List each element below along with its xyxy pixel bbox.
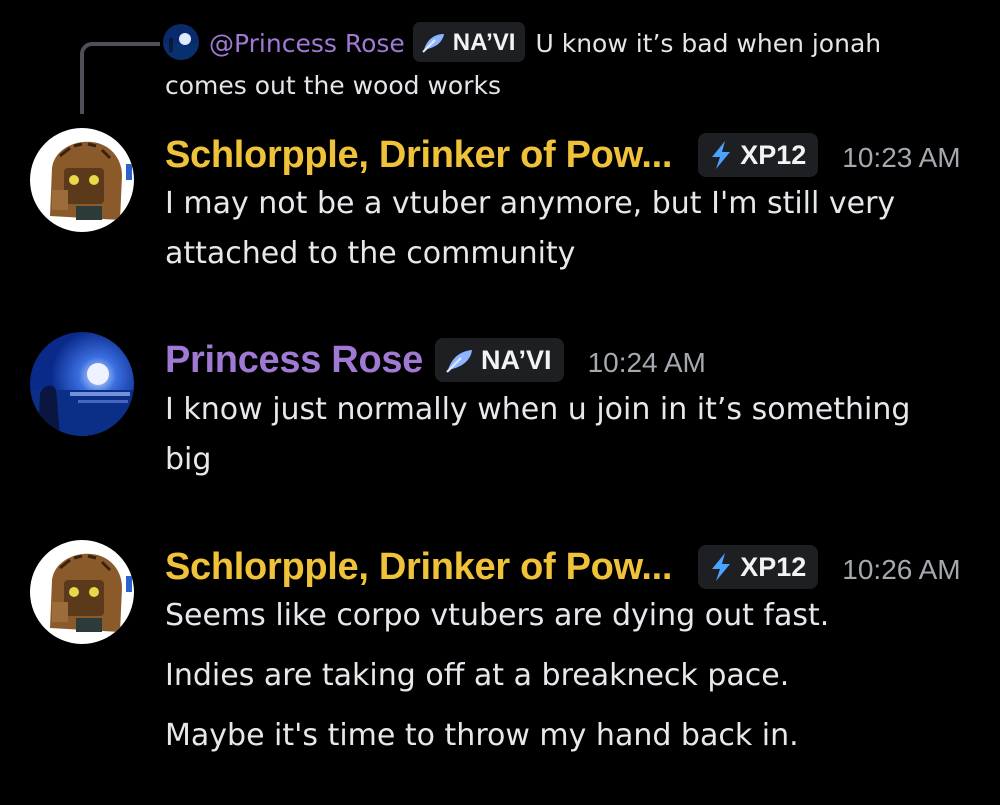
reply-text-continued[interactable]: comes out the wood works [165, 64, 501, 107]
avatar[interactable] [30, 540, 134, 644]
reply-text[interactable]: U know it’s bad when jonah [535, 29, 881, 58]
timestamp[interactable]: 10:24 AM [588, 347, 706, 379]
lightning-icon [712, 553, 731, 581]
guild-tag[interactable]: NA’VI [435, 338, 564, 382]
guild-tag-label: XP12 [740, 551, 807, 582]
message-text[interactable]: Maybe it's time to throw my hand back in… [165, 718, 799, 753]
lightning-icon [712, 141, 731, 169]
username[interactable]: Schlorpple, Drinker of Pow... [165, 546, 673, 589]
message-text[interactable]: Indies are taking off at a breakneck pac… [165, 658, 789, 693]
username[interactable]: Princess Rose [165, 339, 423, 382]
reply-tag-label: NA’VI [452, 28, 516, 56]
feather-icon [422, 34, 444, 53]
message-text[interactable]: big [165, 442, 211, 477]
message-text[interactable]: attached to the community [165, 236, 575, 271]
message-header: Princess Rose NA’VI 10:24 AM [165, 335, 706, 385]
message-header: Schlorpple, Drinker of Pow... XP12 10:26… [165, 542, 961, 592]
timestamp[interactable]: 10:23 AM [842, 142, 960, 174]
reply-preview[interactable]: @Princess Rose NA’VI U know it’s bad when … [163, 22, 963, 65]
guild-tag[interactable]: XP12 [698, 133, 819, 177]
username[interactable]: Schlorpple, Drinker of Pow... [165, 134, 673, 177]
message-text[interactable]: I may not be a vtuber anymore, but I'm s… [165, 186, 895, 221]
guild-tag-label: NA’VI [481, 344, 552, 375]
reply-mention[interactable]: @Princess Rose [209, 29, 405, 58]
message-text[interactable]: I know just normally when u join in it’s… [165, 392, 910, 427]
reply-connector [80, 42, 160, 114]
avatar[interactable] [30, 332, 134, 436]
message-text[interactable]: Seems like corpo vtubers are dying out f… [165, 598, 829, 633]
reply-avatar[interactable] [163, 24, 199, 60]
avatar[interactable] [30, 128, 134, 232]
reply-tag: NA’VI [412, 22, 526, 62]
feather-icon [446, 350, 473, 373]
guild-tag[interactable]: XP12 [698, 545, 819, 589]
guild-tag-label: XP12 [740, 139, 807, 170]
message-header: Schlorpple, Drinker of Pow... XP12 10:23… [165, 130, 961, 180]
timestamp[interactable]: 10:26 AM [842, 554, 960, 586]
